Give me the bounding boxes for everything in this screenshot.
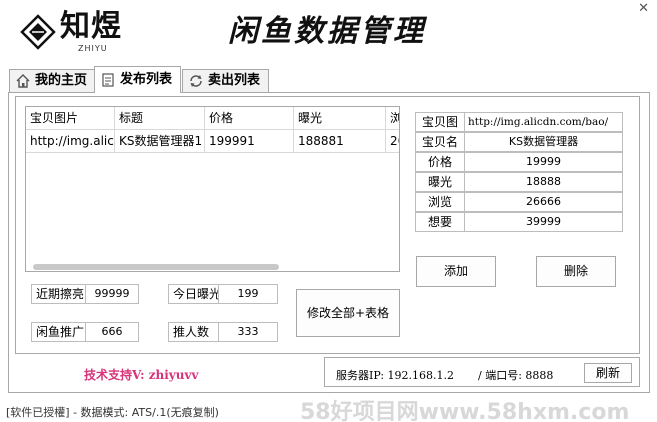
horizontal-scrollbar[interactable] bbox=[33, 264, 279, 270]
support-contact: 技术支持V: zhiyuvv bbox=[84, 368, 199, 382]
table-cell: 188881 bbox=[294, 130, 386, 153]
tab-my-home[interactable]: 我的主页 bbox=[9, 69, 97, 92]
detail-exposure-field[interactable]: 18888 bbox=[465, 172, 623, 192]
table-cell: http://img.alicdn. bbox=[26, 130, 115, 153]
delete-button[interactable]: 删除 bbox=[536, 256, 616, 287]
detail-wants-field[interactable]: 39999 bbox=[465, 212, 623, 232]
logo-icon bbox=[20, 14, 56, 50]
table-row[interactable]: http://img.alicdn. KS数据管理器1 199991 18888… bbox=[26, 130, 399, 153]
notepad-icon bbox=[100, 72, 116, 88]
publish-table[interactable]: 宝贝图片 标题 价格 曝光 浏 http://img.alicdn. KS数据管… bbox=[25, 106, 400, 272]
tab-sold-list[interactable]: 卖出列表 bbox=[182, 69, 270, 92]
detail-label-wants: 想要 bbox=[415, 212, 465, 232]
polish-field[interactable]: 99999 bbox=[85, 284, 139, 304]
column-header-title[interactable]: 标题 bbox=[115, 107, 205, 130]
tab-label: 我的主页 bbox=[35, 73, 88, 88]
referrals-label: 推人数 bbox=[168, 322, 218, 342]
sync-icon bbox=[188, 73, 204, 89]
column-header-exposure[interactable]: 曝光 bbox=[294, 107, 386, 130]
table-cell: 26 bbox=[386, 130, 399, 153]
detail-label-name: 宝贝名 bbox=[415, 132, 465, 152]
server-port-text: / 端口号: 8888 bbox=[478, 369, 554, 382]
column-header-views[interactable]: 浏 bbox=[386, 107, 399, 130]
tab-label: 发布列表 bbox=[120, 72, 173, 87]
watermark: 58好项目网www.58hxm.com bbox=[300, 400, 630, 422]
promo-field[interactable]: 666 bbox=[85, 322, 139, 342]
modify-all-button[interactable]: 修改全部+表格 bbox=[296, 289, 400, 337]
refresh-button[interactable]: 刷新 bbox=[584, 363, 632, 383]
promo-label: 闲鱼推广 bbox=[31, 322, 85, 342]
detail-label-image: 宝贝图 bbox=[415, 112, 465, 132]
detail-price-field[interactable]: 19999 bbox=[465, 152, 623, 172]
detail-label-price: 价格 bbox=[415, 152, 465, 172]
status-text: [软件已授權] - 数据模式: ATS/.1(无痕复制) bbox=[6, 406, 219, 419]
logo-text: 知煜 bbox=[60, 9, 122, 44]
server-ip-text: 服务器IP: 192.168.1.2 bbox=[336, 369, 455, 382]
detail-label-exposure: 曝光 bbox=[415, 172, 465, 192]
detail-name-field[interactable]: KS数据管理器 bbox=[465, 132, 623, 152]
table-header-row: 宝贝图片 标题 价格 曝光 浏 bbox=[26, 107, 399, 130]
column-header-price[interactable]: 价格 bbox=[205, 107, 294, 130]
column-header-image[interactable]: 宝贝图片 bbox=[26, 107, 115, 130]
polish-label: 近期擦亮 bbox=[31, 284, 85, 304]
detail-label-views: 浏览 bbox=[415, 192, 465, 212]
home-icon bbox=[15, 73, 31, 89]
tab-label: 卖出列表 bbox=[208, 73, 261, 88]
detail-views-field[interactable]: 26666 bbox=[465, 192, 623, 212]
close-button[interactable]: ✕ bbox=[638, 2, 649, 16]
tab-publish-list[interactable]: 发布列表 bbox=[94, 66, 182, 93]
table-cell: 199991 bbox=[205, 130, 294, 153]
logo-subtext: ZHIYU bbox=[78, 44, 108, 53]
today-exposure-field[interactable]: 199 bbox=[218, 284, 278, 304]
detail-image-url-field[interactable]: http://img.alicdn.com/bao/ bbox=[465, 112, 623, 132]
app-title: 闲鱼数据管理 bbox=[228, 14, 426, 49]
add-button[interactable]: 添加 bbox=[416, 256, 496, 287]
table-cell: KS数据管理器1 bbox=[115, 130, 205, 153]
referrals-field[interactable]: 333 bbox=[218, 322, 278, 342]
today-exposure-label: 今日曝光 bbox=[168, 284, 221, 304]
